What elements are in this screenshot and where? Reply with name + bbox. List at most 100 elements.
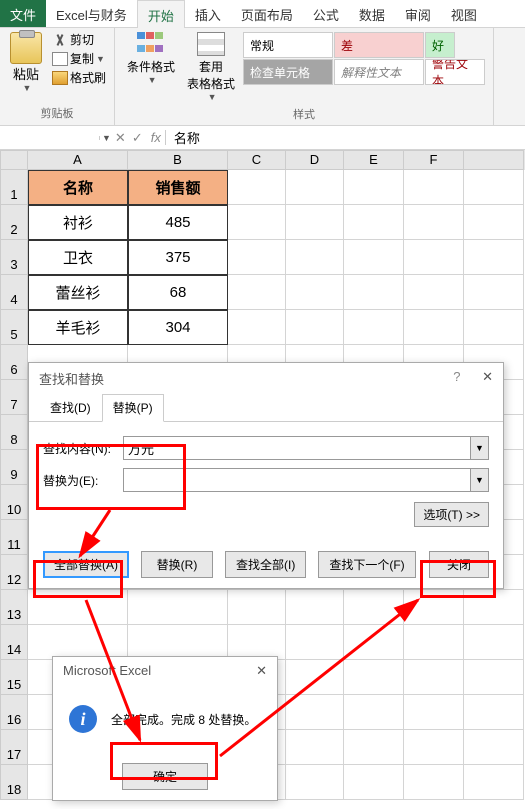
row-header[interactable]: 14 (0, 625, 28, 660)
cell[interactable] (464, 240, 524, 275)
formula-bar[interactable]: 名称 (166, 126, 525, 149)
cell[interactable] (344, 310, 404, 345)
name-box[interactable] (0, 136, 100, 140)
replace-button[interactable]: 替换(R) (141, 551, 213, 578)
col-header-E[interactable]: E (344, 150, 404, 170)
cell[interactable] (404, 660, 464, 695)
cell[interactable] (464, 275, 524, 310)
cell[interactable]: 304 (128, 310, 228, 345)
cell[interactable] (464, 310, 524, 345)
cell[interactable] (228, 590, 286, 625)
replace-all-button[interactable]: 全部替换(A) (43, 551, 129, 578)
row-header[interactable]: 11 (0, 520, 28, 555)
row-header[interactable]: 13 (0, 590, 28, 625)
cell[interactable] (404, 170, 464, 205)
find-dropdown[interactable]: ▼ (471, 436, 489, 460)
cell[interactable]: 375 (128, 240, 228, 275)
cancel-icon[interactable]: ✕ (115, 130, 126, 146)
col-header-A[interactable]: A (28, 150, 128, 170)
cell[interactable] (228, 275, 286, 310)
cell[interactable]: 名称 (28, 170, 128, 205)
cell[interactable] (464, 205, 524, 240)
help-button[interactable]: ? (453, 369, 460, 384)
style-bad[interactable]: 差 (334, 32, 424, 58)
tab-review[interactable]: 审阅 (395, 0, 441, 27)
cell[interactable] (404, 695, 464, 730)
row-header[interactable]: 10 (0, 485, 28, 520)
find-input[interactable]: 万元 (123, 436, 471, 460)
row-header[interactable]: 16 (0, 695, 28, 730)
row-header[interactable]: 6 (0, 345, 28, 380)
tab-home[interactable]: 开始 (137, 0, 185, 28)
cell[interactable] (286, 730, 344, 765)
row-header[interactable]: 2 (0, 205, 28, 240)
cell[interactable] (28, 625, 128, 660)
enter-icon[interactable]: ✓ (132, 130, 143, 146)
cell[interactable] (286, 240, 344, 275)
style-warning[interactable]: 警告文本 (425, 59, 485, 85)
col-header-B[interactable]: B (128, 150, 228, 170)
cell[interactable] (464, 730, 524, 765)
row-header[interactable]: 5 (0, 310, 28, 345)
cell[interactable] (404, 205, 464, 240)
cell-styles-gallery[interactable]: 常规 差 好 检查单元格 解释性文本 警告文本 (241, 30, 487, 87)
cell[interactable] (228, 170, 286, 205)
tab-view[interactable]: 视图 (441, 0, 487, 27)
col-header-D[interactable]: D (286, 150, 344, 170)
tab-custom[interactable]: Excel与财务 (46, 0, 137, 27)
cell[interactable] (344, 170, 404, 205)
row-header[interactable]: 17 (0, 730, 28, 765)
tab-layout[interactable]: 页面布局 (231, 0, 303, 27)
cell[interactable] (228, 240, 286, 275)
cell[interactable] (228, 310, 286, 345)
cell[interactable] (464, 765, 524, 800)
cell[interactable] (286, 695, 344, 730)
row-header[interactable]: 7 (0, 380, 28, 415)
cell[interactable]: 485 (128, 205, 228, 240)
row-header[interactable]: 9 (0, 450, 28, 485)
cell[interactable] (286, 590, 344, 625)
cell[interactable] (286, 625, 344, 660)
close-button[interactable]: 关闭 (429, 551, 489, 578)
row-header[interactable]: 8 (0, 415, 28, 450)
cell[interactable] (128, 590, 228, 625)
row-header[interactable]: 15 (0, 660, 28, 695)
cell[interactable] (464, 625, 524, 660)
col-header-C[interactable]: C (228, 150, 286, 170)
cell[interactable]: 衬衫 (28, 205, 128, 240)
cell[interactable]: 蕾丝衫 (28, 275, 128, 310)
cell[interactable] (286, 765, 344, 800)
close-icon[interactable]: ✕ (256, 663, 267, 679)
cell[interactable] (404, 730, 464, 765)
cell[interactable] (228, 625, 286, 660)
cell[interactable] (228, 205, 286, 240)
fx-icon[interactable]: fx (147, 130, 166, 145)
cut-button[interactable]: 剪切 (50, 30, 108, 49)
options-button[interactable]: 选项(T) >> (414, 502, 489, 527)
cell[interactable] (404, 240, 464, 275)
cell[interactable] (286, 170, 344, 205)
cell[interactable] (464, 695, 524, 730)
cell[interactable] (344, 625, 404, 660)
tab-find[interactable]: 查找(D) (39, 394, 102, 421)
close-icon[interactable]: ✕ (482, 369, 493, 384)
cell[interactable] (286, 660, 344, 695)
cell[interactable]: 68 (128, 275, 228, 310)
cell[interactable]: 销售额 (128, 170, 228, 205)
cell[interactable] (464, 660, 524, 695)
row-header[interactable]: 12 (0, 555, 28, 590)
cell[interactable] (404, 310, 464, 345)
copy-button[interactable]: 复制▼ (50, 49, 108, 68)
cell[interactable] (286, 310, 344, 345)
style-check-cell[interactable]: 检查单元格 (243, 59, 333, 85)
ok-button[interactable]: 确定 (122, 763, 208, 790)
format-painter-button[interactable]: 格式刷 (50, 68, 108, 87)
cell[interactable] (286, 275, 344, 310)
chevron-down-icon[interactable]: ▼ (102, 133, 111, 143)
style-normal[interactable]: 常规 (243, 32, 333, 58)
cell[interactable] (128, 625, 228, 660)
tab-formulas[interactable]: 公式 (303, 0, 349, 27)
tab-file[interactable]: 文件 (0, 0, 46, 27)
cell[interactable] (344, 695, 404, 730)
cell[interactable] (404, 275, 464, 310)
